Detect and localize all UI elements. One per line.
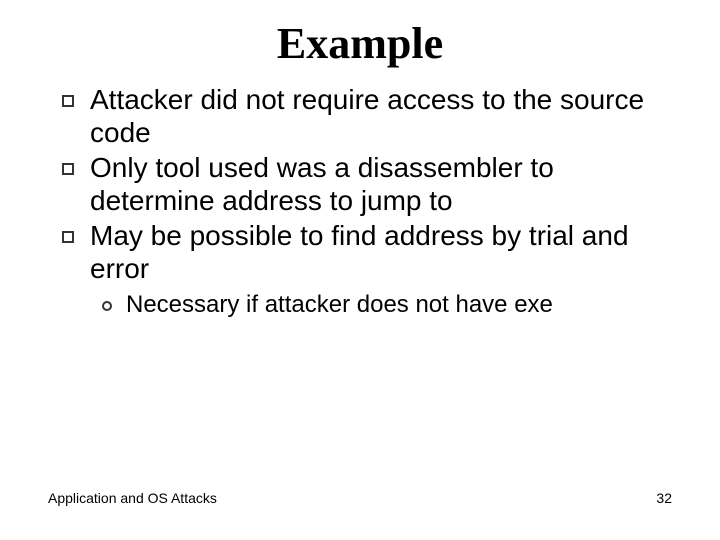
square-bullet-icon (62, 95, 74, 107)
bullet-item: May be possible to find address by trial… (62, 219, 680, 285)
bullet-item: Attacker did not require access to the s… (62, 83, 680, 149)
circle-bullet-icon (102, 301, 112, 311)
bullet-item: Only tool used was a disassembler to det… (62, 151, 680, 217)
page-number: 32 (656, 490, 672, 506)
bullet-text: Attacker did not require access to the s… (90, 84, 644, 148)
bullet-text: May be possible to find address by trial… (90, 220, 629, 284)
square-bullet-icon (62, 231, 74, 243)
sub-bullet-list: Necessary if attacker does not have exe (40, 291, 680, 320)
bullet-list: Attacker did not require access to the s… (40, 83, 680, 285)
slide: Example Attacker did not require access … (0, 0, 720, 540)
footer: Application and OS Attacks 32 (0, 490, 720, 506)
bullet-text: Only tool used was a disassembler to det… (90, 152, 554, 216)
slide-title: Example (40, 18, 680, 69)
sub-bullet-item: Necessary if attacker does not have exe (102, 291, 680, 320)
sub-bullet-text: Necessary if attacker does not have exe (126, 291, 553, 318)
square-bullet-icon (62, 163, 74, 175)
footer-left: Application and OS Attacks (48, 490, 217, 506)
